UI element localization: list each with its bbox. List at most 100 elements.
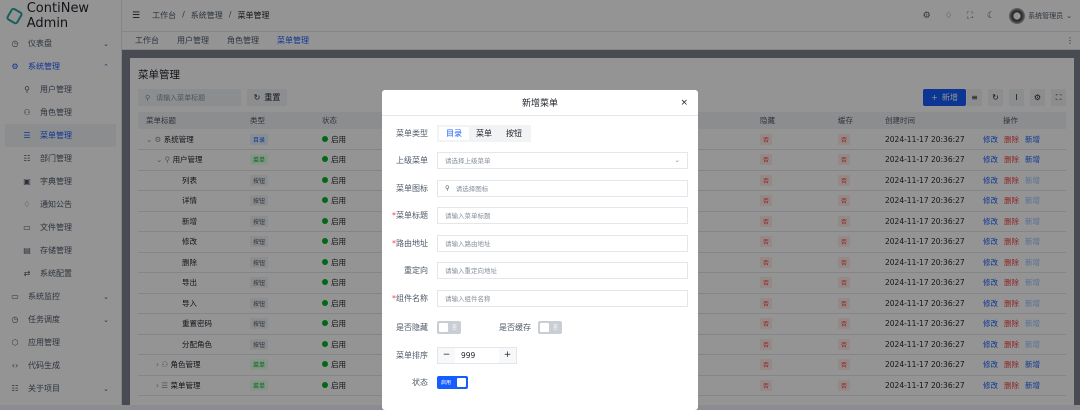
sidebar-item[interactable]: ▭ 文件管理: [0, 216, 121, 239]
edit-link[interactable]: 修改: [983, 299, 998, 308]
collapse-menu-icon[interactable]: ☰: [132, 11, 140, 21]
component-name-input[interactable]: 请输入组件名称: [437, 289, 688, 307]
plus-button[interactable]: +: [499, 347, 516, 363]
edit-link[interactable]: 修改: [983, 135, 998, 144]
hidden-switch[interactable]: 否: [437, 320, 461, 334]
refresh-icon[interactable]: ↻: [988, 89, 1003, 106]
settings-icon[interactable]: ⚙: [923, 11, 931, 21]
sidebar-item-label: 代码生成: [28, 361, 60, 370]
tree-toggle-icon[interactable]: ⌄ ⚙: [146, 135, 161, 144]
delete-link[interactable]: 删除: [1004, 237, 1019, 246]
delete-link[interactable]: 删除: [1004, 258, 1019, 267]
sidebar-item[interactable]: ▤ 存储管理: [0, 239, 121, 262]
fullscreen-icon[interactable]: ⛶: [1051, 89, 1066, 106]
sidebar-item[interactable]: ⚇ 角色管理: [0, 101, 121, 124]
sidebar-item[interactable]: ♢ 通知公告: [0, 193, 121, 216]
status-dot-icon: [322, 197, 328, 204]
add-child-link[interactable]: 新增: [1025, 360, 1040, 369]
sidebar-item[interactable]: ◷ 仪表盘 ⌄: [0, 32, 121, 55]
expand-icon[interactable]: ≡: [967, 89, 982, 106]
edit-link[interactable]: 修改: [983, 176, 998, 185]
search-input[interactable]: ⚲ 请输入菜单标题: [138, 89, 241, 106]
minus-button[interactable]: −: [438, 347, 455, 363]
logo[interactable]: ContiNew Admin: [0, 0, 121, 32]
add-child-link[interactable]: 新增: [1025, 340, 1040, 349]
add-child-link[interactable]: 新增: [1025, 135, 1040, 144]
add-child-link[interactable]: 新增: [1025, 237, 1040, 246]
notification-icon[interactable]: ♢: [945, 11, 953, 21]
breadcrumb-item[interactable]: 系统管理: [191, 10, 223, 21]
edit-link[interactable]: 修改: [983, 381, 998, 390]
tab-menus[interactable]: 菜单管理: [268, 35, 318, 46]
status-switch[interactable]: 启用: [437, 375, 468, 389]
edit-link[interactable]: 修改: [983, 217, 998, 226]
tree-toggle-icon[interactable]: › ⚇: [156, 360, 168, 369]
sidebar-item[interactable]: ⚙ 系统管理 ⌃: [0, 55, 121, 78]
edit-link[interactable]: 修改: [983, 360, 998, 369]
edit-link[interactable]: 修改: [983, 258, 998, 267]
breadcrumb-item[interactable]: 工作台: [152, 10, 176, 21]
sidebar-item[interactable]: ‹› 代码生成: [0, 354, 121, 377]
sidebar-item[interactable]: ☷ 关于项目 ⌄: [0, 377, 121, 400]
edit-link[interactable]: 修改: [983, 340, 998, 349]
sidebar-item[interactable]: ⚲ 用户管理: [0, 78, 121, 101]
add-child-link[interactable]: 新增: [1025, 319, 1040, 328]
add-child-link[interactable]: 新增: [1025, 278, 1040, 287]
parent-menu-select[interactable]: 请选择上级菜单 ⌄: [437, 151, 688, 169]
type-option-directory[interactable]: 目录: [439, 126, 469, 140]
delete-link[interactable]: 删除: [1004, 360, 1019, 369]
delete-link[interactable]: 删除: [1004, 135, 1019, 144]
menu-icon-select[interactable]: ⚲ 请选择图标: [437, 179, 688, 197]
menu-title-input[interactable]: 请输入菜单标题: [437, 206, 688, 224]
cache-switch[interactable]: 否: [538, 320, 562, 334]
edit-link[interactable]: 修改: [983, 319, 998, 328]
delete-link[interactable]: 删除: [1004, 217, 1019, 226]
tab-workbench[interactable]: 工作台: [126, 35, 168, 46]
add-child-link[interactable]: 新增: [1025, 299, 1040, 308]
sidebar-item[interactable]: ▭ 系统监控 ⌄: [0, 285, 121, 308]
tree-toggle-icon[interactable]: › ☰: [156, 381, 168, 390]
add-child-link[interactable]: 新增: [1025, 381, 1040, 390]
add-child-link[interactable]: 新增: [1025, 217, 1040, 226]
fullscreen-icon[interactable]: ⛶: [967, 11, 973, 21]
add-button[interactable]: + 新增: [923, 89, 966, 106]
type-tag: 按钮: [250, 215, 269, 227]
reset-button[interactable]: ↻ 重置: [247, 89, 287, 106]
edit-link[interactable]: 修改: [983, 155, 998, 164]
delete-link[interactable]: 删除: [1004, 340, 1019, 349]
edit-link[interactable]: 修改: [983, 237, 998, 246]
dark-mode-icon[interactable]: ☾: [987, 11, 995, 21]
sidebar-item[interactable]: ◷ 任务调度 ⌄: [0, 308, 121, 331]
delete-link[interactable]: 删除: [1004, 278, 1019, 287]
edit-link[interactable]: 修改: [983, 278, 998, 287]
sidebar-item[interactable]: ⬡ 应用管理: [0, 331, 121, 354]
tab-users[interactable]: 用户管理: [168, 35, 218, 46]
sidebar-item[interactable]: ☷ 部门管理: [0, 147, 121, 170]
sort-input[interactable]: 999: [455, 347, 499, 363]
add-child-link[interactable]: 新增: [1025, 258, 1040, 267]
density-icon[interactable]: I: [1009, 89, 1024, 106]
sidebar-item[interactable]: ▣ 字典管理: [0, 170, 121, 193]
delete-link[interactable]: 删除: [1004, 196, 1019, 205]
sidebar-item[interactable]: ⇄ 系统配置: [0, 262, 121, 285]
add-child-link[interactable]: 新增: [1025, 196, 1040, 205]
delete-link[interactable]: 删除: [1004, 299, 1019, 308]
edit-link[interactable]: 修改: [983, 196, 998, 205]
add-child-link[interactable]: 新增: [1025, 176, 1040, 185]
redirect-input[interactable]: 请输入重定向地址: [437, 261, 688, 279]
add-child-link[interactable]: 新增: [1025, 155, 1040, 164]
more-icon[interactable]: ⋮: [1066, 36, 1074, 45]
delete-link[interactable]: 删除: [1004, 155, 1019, 164]
tree-toggle-icon[interactable]: ⌄ ⚲: [156, 155, 170, 164]
close-icon[interactable]: ×: [680, 98, 688, 108]
user-menu[interactable]: 系统管理员 ⌄: [1009, 8, 1072, 24]
type-option-menu[interactable]: 菜单: [469, 127, 499, 140]
route-path-input[interactable]: 请输入路由地址: [437, 234, 688, 252]
type-option-button[interactable]: 按钮: [499, 127, 529, 140]
delete-link[interactable]: 删除: [1004, 381, 1019, 390]
delete-link[interactable]: 删除: [1004, 176, 1019, 185]
tab-roles[interactable]: 角色管理: [218, 35, 268, 46]
delete-link[interactable]: 删除: [1004, 319, 1019, 328]
sidebar-item[interactable]: ☰ 菜单管理: [5, 124, 116, 147]
column-settings-icon[interactable]: ⚙: [1030, 89, 1045, 106]
